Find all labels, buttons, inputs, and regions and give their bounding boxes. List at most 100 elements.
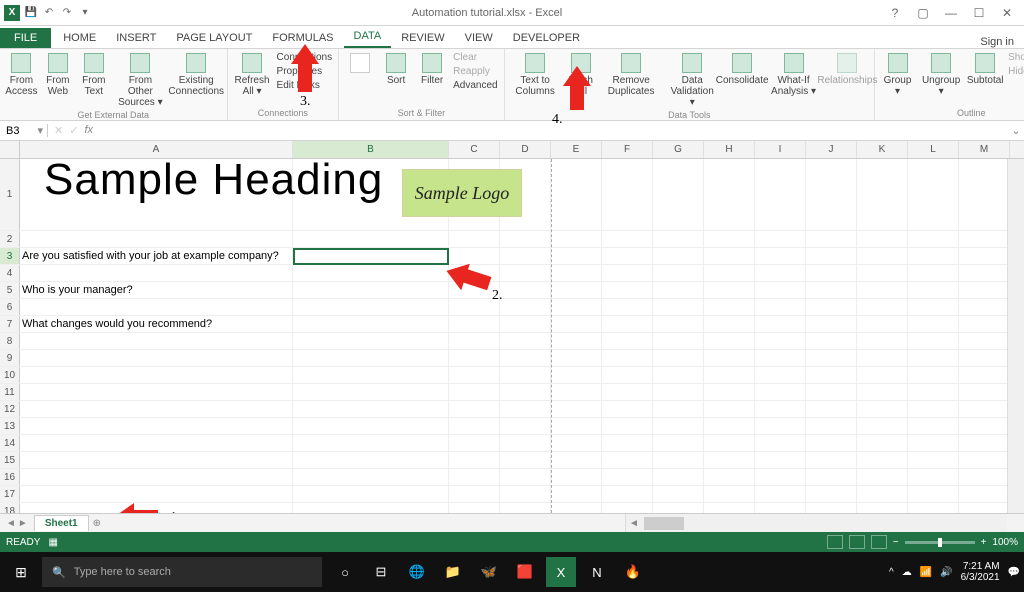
chrome-icon[interactable]: 🌐 [402,557,432,587]
from-other-sources-button[interactable]: From Other Sources ▾ [113,51,168,110]
show-detail-button[interactable]: Show Detail [1006,51,1024,65]
zoom-level[interactable]: 100% [992,537,1018,548]
app-icon[interactable]: 🦋 [474,557,504,587]
vertical-scrollbar[interactable] [1007,159,1024,513]
cortana-icon[interactable]: ○ [330,557,360,587]
window-title: Automation tutorial.xlsx - Excel [92,7,882,19]
zoom-out-icon[interactable]: − [893,537,899,548]
from-web-button[interactable]: From Web [41,51,75,99]
start-button[interactable]: ⊞ [0,564,42,581]
col-header-k[interactable]: K [857,141,908,158]
view-normal-icon[interactable] [827,535,843,549]
from-text-button[interactable]: From Text [77,51,111,99]
tab-developer[interactable]: DEVELOPER [503,28,590,48]
qat-customize-icon[interactable]: ▾ [78,6,92,20]
col-header-e[interactable]: E [551,141,602,158]
hide-detail-button[interactable]: Hide Detail [1006,65,1024,79]
group-data-tools: Text to Columns Flash Fill Remove Duplic… [505,49,875,120]
excel-app-icon[interactable]: X [4,5,20,21]
cancel-icon[interactable]: ✕ [54,124,63,137]
from-access-button[interactable]: From Access [4,51,39,99]
tab-home[interactable]: HOME [53,28,106,48]
help-icon[interactable]: ? [882,6,908,20]
subtotal-button[interactable]: Subtotal [966,51,1004,88]
filter-button[interactable]: Filter [415,51,449,88]
reapply-button[interactable]: Reapply [451,65,499,79]
cell-b3[interactable] [293,248,449,264]
col-header-l[interactable]: L [908,141,959,158]
text-to-columns-button[interactable]: Text to Columns [509,51,562,99]
close-icon[interactable]: ✕ [994,6,1020,20]
view-page-layout-icon[interactable] [849,535,865,549]
expand-formula-bar-icon[interactable]: ⌄ [1008,124,1024,137]
existing-connections-button[interactable]: Existing Connections [170,51,223,99]
what-if-button[interactable]: What-If Analysis ▾ [764,51,822,99]
sort-az-button[interactable] [343,51,377,77]
minimize-icon[interactable]: — [938,6,964,20]
row-header[interactable]: 1 [0,159,20,230]
ribbon-tabs: FILE HOME INSERT PAGE LAYOUT FORMULAS DA… [0,26,1024,49]
cell-a7[interactable]: What changes would you recommend? [20,316,293,332]
app-icon-2[interactable]: 🟥 [510,557,540,587]
group-button[interactable]: Group ▾ [879,51,916,99]
save-icon[interactable]: 💾 [24,6,38,20]
consolidate-button[interactable]: Consolidate [722,51,763,88]
group-get-external-data: From Access From Web From Text From Othe… [0,49,228,120]
tab-page-layout[interactable]: PAGE LAYOUT [166,28,262,48]
tab-insert[interactable]: INSERT [106,28,166,48]
refresh-all-button[interactable]: Refresh All ▾ [232,51,273,99]
system-clock[interactable]: 7:21 AM 6/3/2021 [961,561,1000,583]
col-header-m[interactable]: M [959,141,1010,158]
task-view-icon[interactable]: ⊟ [366,557,396,587]
tab-view[interactable]: VIEW [455,28,503,48]
ungroup-button[interactable]: Ungroup ▾ [918,51,964,99]
tab-file[interactable]: FILE [0,28,51,48]
data-validation-button[interactable]: Data Validation ▾ [665,51,720,110]
horizontal-scrollbar[interactable]: ◄ [625,514,1007,532]
clear-button[interactable]: Clear [451,51,499,65]
remove-duplicates-button[interactable]: Remove Duplicates [600,51,663,99]
view-page-break-icon[interactable] [871,535,887,549]
col-header-d[interactable]: D [500,141,551,158]
tab-review[interactable]: REVIEW [391,28,454,48]
sort-button[interactable]: Sort [379,51,413,88]
col-header-j[interactable]: J [806,141,857,158]
select-all-corner[interactable] [0,141,20,158]
col-header-f[interactable]: F [602,141,653,158]
sheet-tab-sheet1[interactable]: Sheet1 [34,515,89,531]
tab-data[interactable]: DATA [344,26,392,48]
name-box[interactable]: B3▾ [0,124,48,137]
row-5: 5Who is your manager? [0,282,1024,299]
fx-icon[interactable]: fx [84,124,93,137]
formula-bar-buttons: ✕ ✓ fx [48,124,99,137]
prev-sheet-icon[interactable]: ◄ [6,518,16,529]
enter-icon[interactable]: ✓ [69,124,78,137]
notion-icon[interactable]: N [582,557,612,587]
zoom-in-icon[interactable]: + [981,537,987,548]
redo-icon[interactable]: ↷ [60,6,74,20]
ribbon-options-icon[interactable]: ▢ [910,6,936,20]
cell-a5[interactable]: Who is your manager? [20,282,293,298]
status-ready: READY [6,537,40,548]
next-sheet-icon[interactable]: ► [18,518,28,529]
col-header-g[interactable]: G [653,141,704,158]
cell-a3[interactable]: Are you satisfied with your job at examp… [20,248,293,264]
advanced-button[interactable]: Advanced [451,79,499,93]
zoom-slider[interactable] [905,541,975,544]
file-explorer-icon[interactable]: 📁 [438,557,468,587]
col-header-c[interactable]: C [449,141,500,158]
col-header-i[interactable]: I [755,141,806,158]
col-header-h[interactable]: H [704,141,755,158]
group-outline: Group ▾ Ungroup ▾ Subtotal Show Detail H… [875,49,1024,120]
group-label: Outline [879,108,1024,120]
maximize-icon[interactable]: ☐ [966,6,992,20]
paint-icon[interactable]: 🔥 [618,557,648,587]
add-sheet-icon[interactable]: ⊕ [93,518,101,529]
macro-record-icon[interactable]: ▦ [48,537,57,548]
window-controls: ? ▢ — ☐ ✕ [882,6,1024,20]
spreadsheet-grid[interactable]: A B C D E F G H I J K L M 1 Sample Headi… [0,141,1024,513]
taskbar-search[interactable]: 🔍 Type here to search [42,557,322,587]
excel-taskbar-icon[interactable]: X [546,557,576,587]
sign-in-link[interactable]: Sign in [980,36,1014,48]
undo-icon[interactable]: ↶ [42,6,56,20]
